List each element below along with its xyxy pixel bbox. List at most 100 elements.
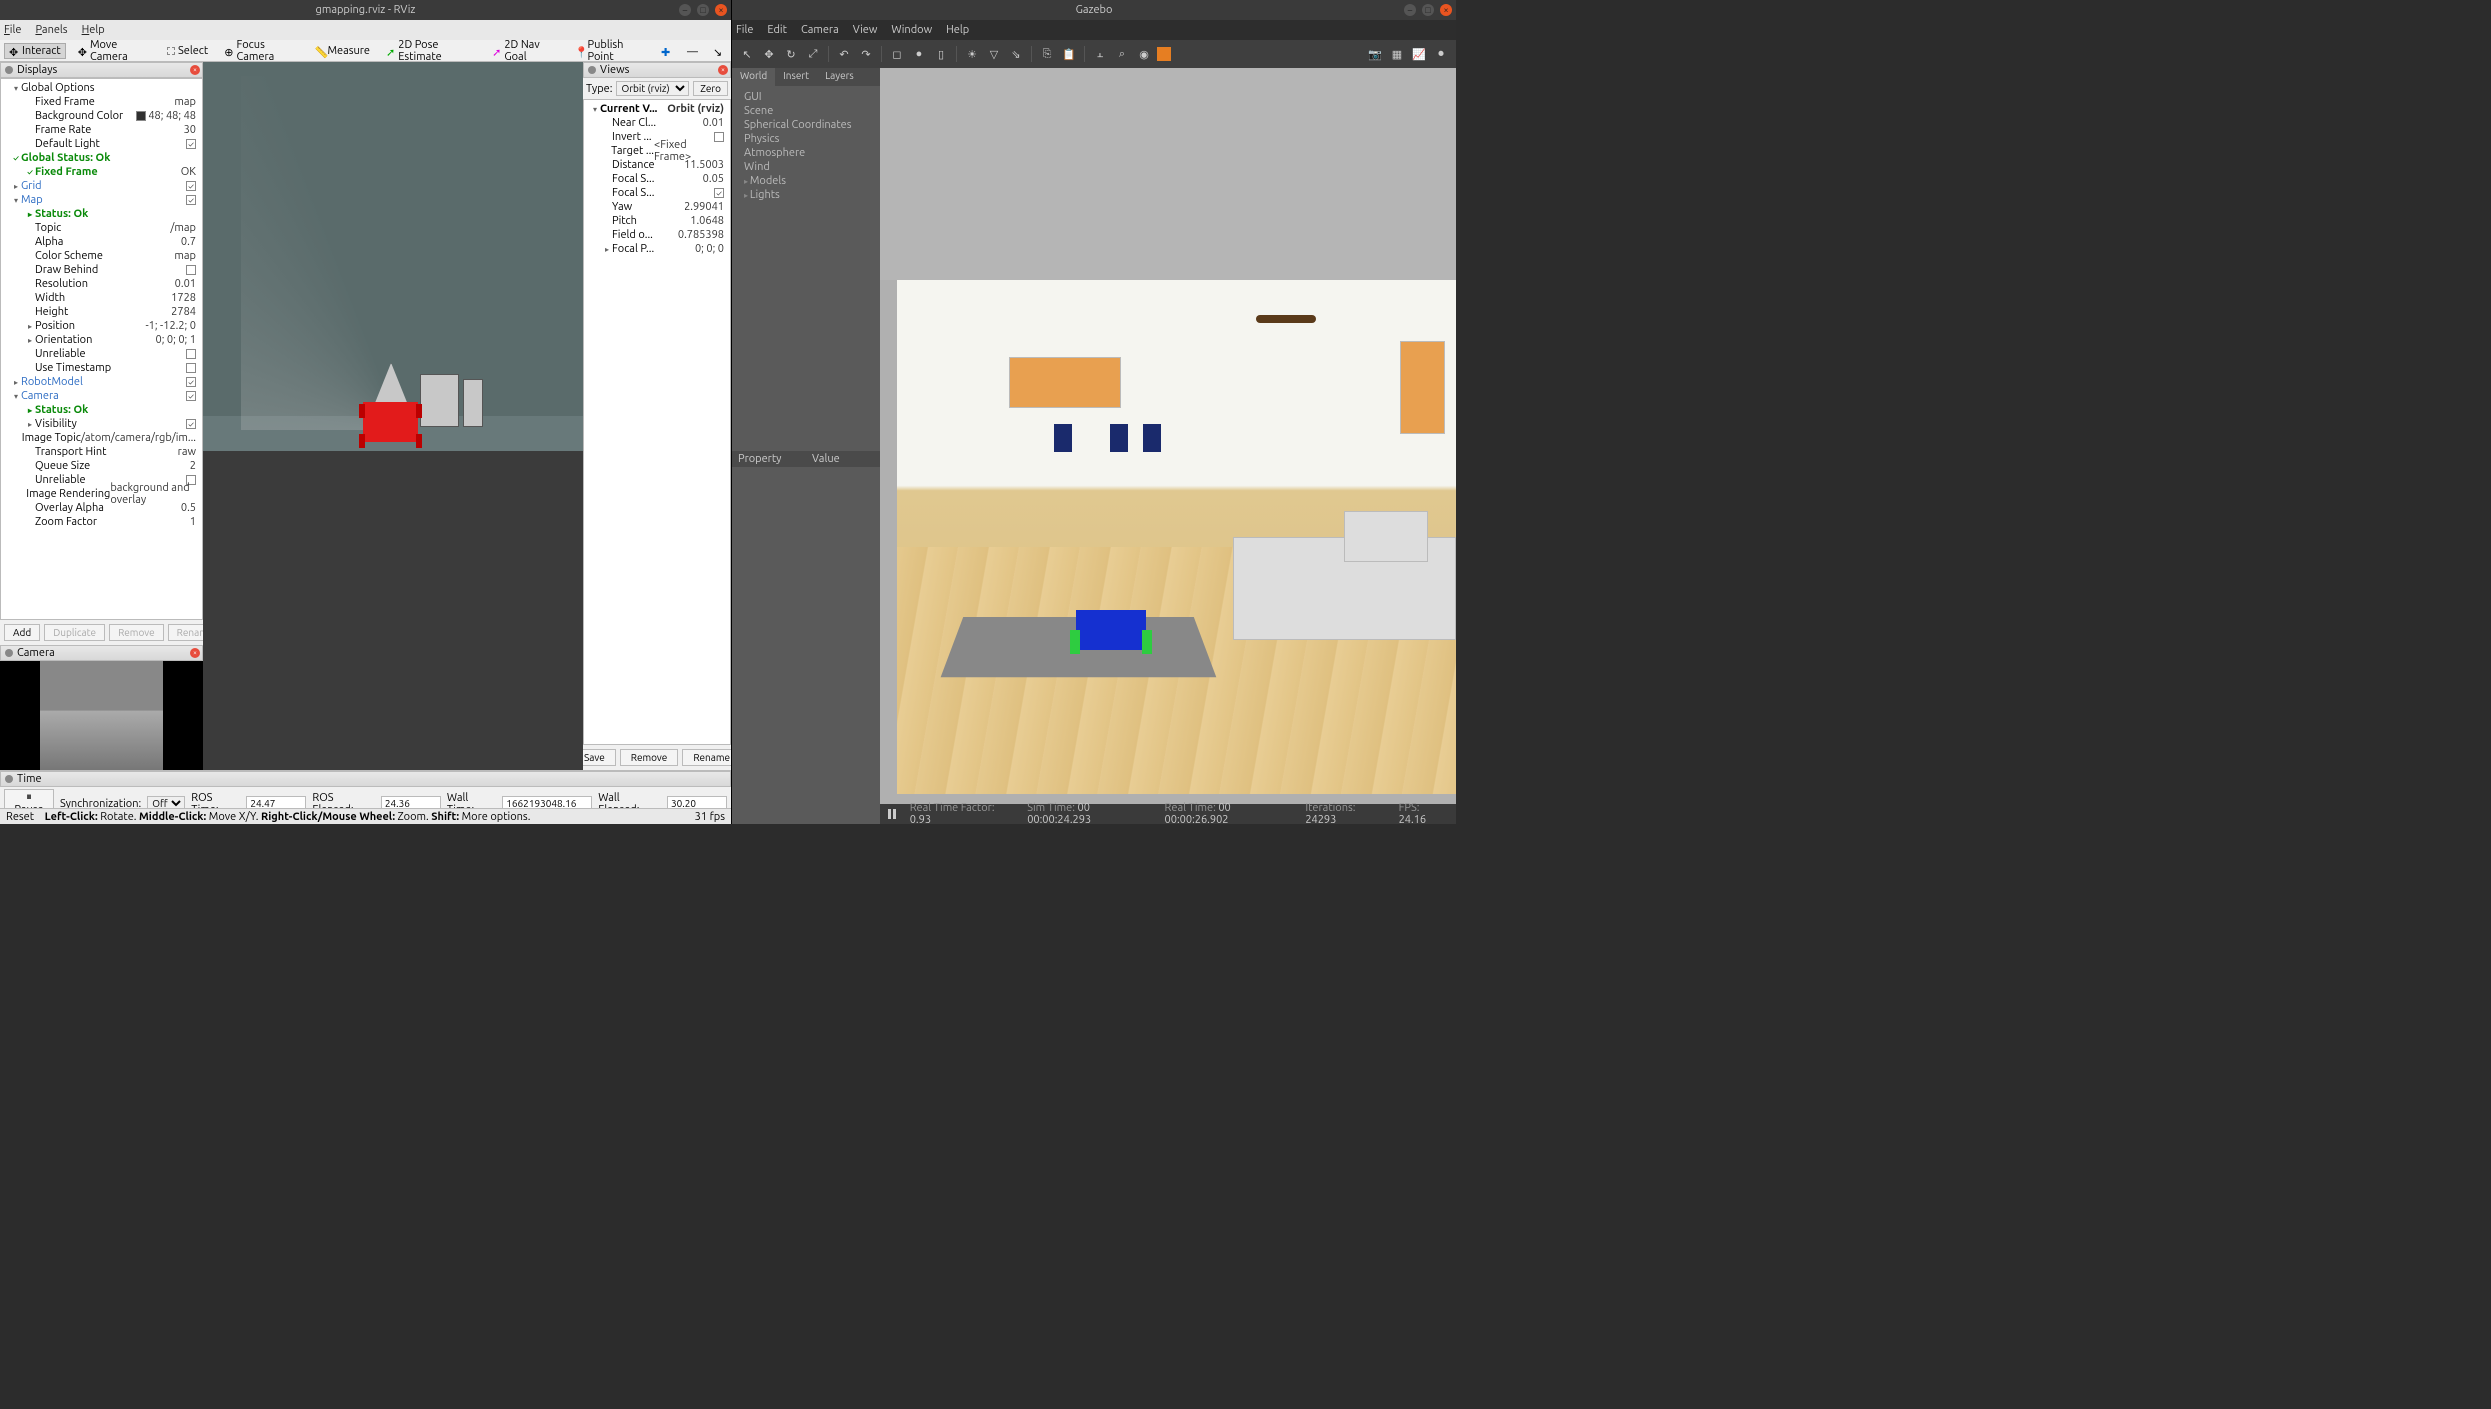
- gz-tool-view[interactable]: ◉: [1135, 45, 1153, 63]
- tree-row[interactable]: Topic/map: [3, 221, 200, 235]
- rviz-3d-viewport[interactable]: [203, 62, 583, 770]
- duplicate-button[interactable]: Duplicate: [44, 624, 105, 641]
- tool-2d-pose[interactable]: ➚2D Pose Estimate: [382, 38, 480, 64]
- gz-tool-align[interactable]: ⫠: [1091, 45, 1109, 63]
- close-icon[interactable]: ×: [715, 4, 727, 16]
- tab-layers[interactable]: Layers: [817, 68, 862, 86]
- gz-tool-cursor[interactable]: ↖: [738, 45, 756, 63]
- tree-row[interactable]: Frame Rate30: [3, 123, 200, 137]
- gz-tool-cylinder[interactable]: ▯: [932, 45, 950, 63]
- tool-measure[interactable]: 📏Measure: [310, 44, 374, 58]
- tab-world[interactable]: World: [732, 68, 775, 86]
- gazebo-3d-viewport[interactable]: Real Time Factor: 0.93 Sim Time: 00 00:0…: [880, 68, 1456, 824]
- gz-tool-copy[interactable]: ⎘: [1038, 45, 1056, 63]
- views-tree-row[interactable]: Focal S...0.05: [586, 172, 728, 186]
- tree-row[interactable]: Image Renderingbackground and overlay: [3, 487, 200, 501]
- gz-tool-undo[interactable]: ↶: [835, 45, 853, 63]
- checkbox[interactable]: [186, 349, 196, 359]
- gz-tool-pointlight[interactable]: ☀: [963, 45, 981, 63]
- tree-row[interactable]: Height2784: [3, 305, 200, 319]
- gz-tool-snap[interactable]: ⌕: [1113, 45, 1131, 63]
- gazebo-prop-body[interactable]: [732, 467, 880, 824]
- gz-menu-help[interactable]: Help: [946, 24, 969, 36]
- gz-tool-log[interactable]: ▦: [1388, 45, 1406, 63]
- panel-close-icon[interactable]: ×: [190, 648, 200, 658]
- tree-row[interactable]: ▸Visibility✓: [3, 417, 200, 431]
- tree-row[interactable]: Fixed Framemap: [3, 95, 200, 109]
- tree-row[interactable]: ▾Map✓: [3, 193, 200, 207]
- gz-tool-orange[interactable]: [1157, 47, 1171, 61]
- tree-row[interactable]: Background Color48; 48; 48: [3, 109, 200, 123]
- views-tree-row[interactable]: Focal S...✓: [586, 186, 728, 200]
- views-tree-row[interactable]: Yaw2.99041: [586, 200, 728, 214]
- tool-interact[interactable]: ✥Interact: [4, 43, 66, 59]
- gz-menu-view[interactable]: View: [853, 24, 878, 36]
- close-icon[interactable]: ×: [1440, 4, 1452, 16]
- views-tree-row[interactable]: Pitch1.0648: [586, 214, 728, 228]
- add-button[interactable]: Add: [4, 624, 40, 641]
- tree-row[interactable]: ▸Status: Ok: [3, 403, 200, 417]
- tree-row[interactable]: Color Schememap: [3, 249, 200, 263]
- gz-tool-screenshot[interactable]: 📷: [1366, 45, 1384, 63]
- gz-tool-spotlight[interactable]: ▽: [985, 45, 1003, 63]
- minimize-icon[interactable]: –: [1404, 4, 1416, 16]
- tree-row[interactable]: Unreliable: [3, 347, 200, 361]
- maximize-icon[interactable]: □: [697, 4, 709, 16]
- gz-tree-item[interactable]: Atmosphere: [736, 146, 876, 160]
- gazebo-world-tree[interactable]: GUISceneSpherical CoordinatesPhysicsAtmo…: [732, 86, 880, 451]
- tree-row[interactable]: ▾Global Options: [3, 81, 200, 95]
- tool-select[interactable]: Select: [163, 44, 212, 58]
- tree-row[interactable]: ▸Position-1; -12.2; 0: [3, 319, 200, 333]
- views-type-select[interactable]: Orbit (rviz): [616, 81, 689, 96]
- checkbox[interactable]: ✓: [186, 139, 196, 149]
- tree-row[interactable]: ✓Fixed FrameOK: [3, 165, 200, 179]
- gazebo-titlebar[interactable]: Gazebo – □ ×: [732, 0, 1456, 20]
- views-tree-row[interactable]: Near Cl...0.01: [586, 116, 728, 130]
- views-tree-row[interactable]: Target ...<Fixed Frame>: [586, 144, 728, 158]
- panel-close-icon[interactable]: ×: [718, 65, 728, 75]
- gz-menu-file[interactable]: File: [736, 24, 753, 36]
- views-tree-row[interactable]: ▾Current V...Orbit (rviz): [586, 102, 728, 116]
- gz-tool-move[interactable]: ✥: [760, 45, 778, 63]
- tool-extra1[interactable]: ✚: [657, 45, 675, 57]
- rviz-titlebar[interactable]: gmapping.rviz - RViz – □ ×: [0, 0, 731, 20]
- gz-tool-rotate[interactable]: ↻: [782, 45, 800, 63]
- gz-tool-sphere[interactable]: ●: [910, 45, 928, 63]
- maximize-icon[interactable]: □: [1422, 4, 1434, 16]
- views-tree-row[interactable]: ▸Focal P...0; 0; 0: [586, 242, 728, 256]
- tree-row[interactable]: Transport Hintraw: [3, 445, 200, 459]
- tree-row[interactable]: Resolution0.01: [3, 277, 200, 291]
- checkbox[interactable]: ✓: [186, 195, 196, 205]
- gz-tree-item[interactable]: Physics: [736, 132, 876, 146]
- checkbox[interactable]: ✓: [186, 391, 196, 401]
- tool-extra2[interactable]: —: [683, 45, 701, 57]
- checkbox[interactable]: ✓: [186, 419, 196, 429]
- gz-menu-edit[interactable]: Edit: [767, 24, 787, 36]
- time-panel-header[interactable]: Time: [0, 771, 731, 787]
- tree-row[interactable]: ▸Orientation0; 0; 0; 1: [3, 333, 200, 347]
- panel-close-icon[interactable]: ×: [190, 65, 200, 75]
- tree-row[interactable]: Alpha0.7: [3, 235, 200, 249]
- tree-row[interactable]: ▾Camera✓: [3, 389, 200, 403]
- menu-help[interactable]: Help: [82, 24, 105, 36]
- pause-button[interactable]: [888, 809, 898, 819]
- displays-panel-header[interactable]: Displays ×: [0, 62, 203, 78]
- menu-panels[interactable]: Panels: [35, 24, 67, 36]
- tree-row[interactable]: Image Topic/atom/camera/rgb/im...: [3, 431, 200, 445]
- gz-tree-item[interactable]: Wind: [736, 160, 876, 174]
- views-panel-header[interactable]: Views ×: [583, 62, 731, 78]
- views-tree-row[interactable]: Field o...0.785398: [586, 228, 728, 242]
- tool-extra3[interactable]: ↘: [709, 45, 727, 57]
- minimize-icon[interactable]: –: [679, 4, 691, 16]
- tree-row[interactable]: Zoom Factor1: [3, 515, 200, 529]
- gz-tool-record[interactable]: ⏺: [1432, 45, 1450, 63]
- tree-row[interactable]: Width1728: [3, 291, 200, 305]
- checkbox[interactable]: [186, 363, 196, 373]
- gz-tool-redo[interactable]: ↷: [857, 45, 875, 63]
- tree-row[interactable]: ▸Grid✓: [3, 179, 200, 193]
- tree-row[interactable]: Draw Behind: [3, 263, 200, 277]
- views-rename-button[interactable]: Rename: [682, 749, 731, 766]
- gz-tree-item[interactable]: Models: [736, 174, 876, 188]
- camera-panel-header[interactable]: Camera ×: [0, 645, 203, 661]
- views-remove-button[interactable]: Remove: [620, 749, 679, 766]
